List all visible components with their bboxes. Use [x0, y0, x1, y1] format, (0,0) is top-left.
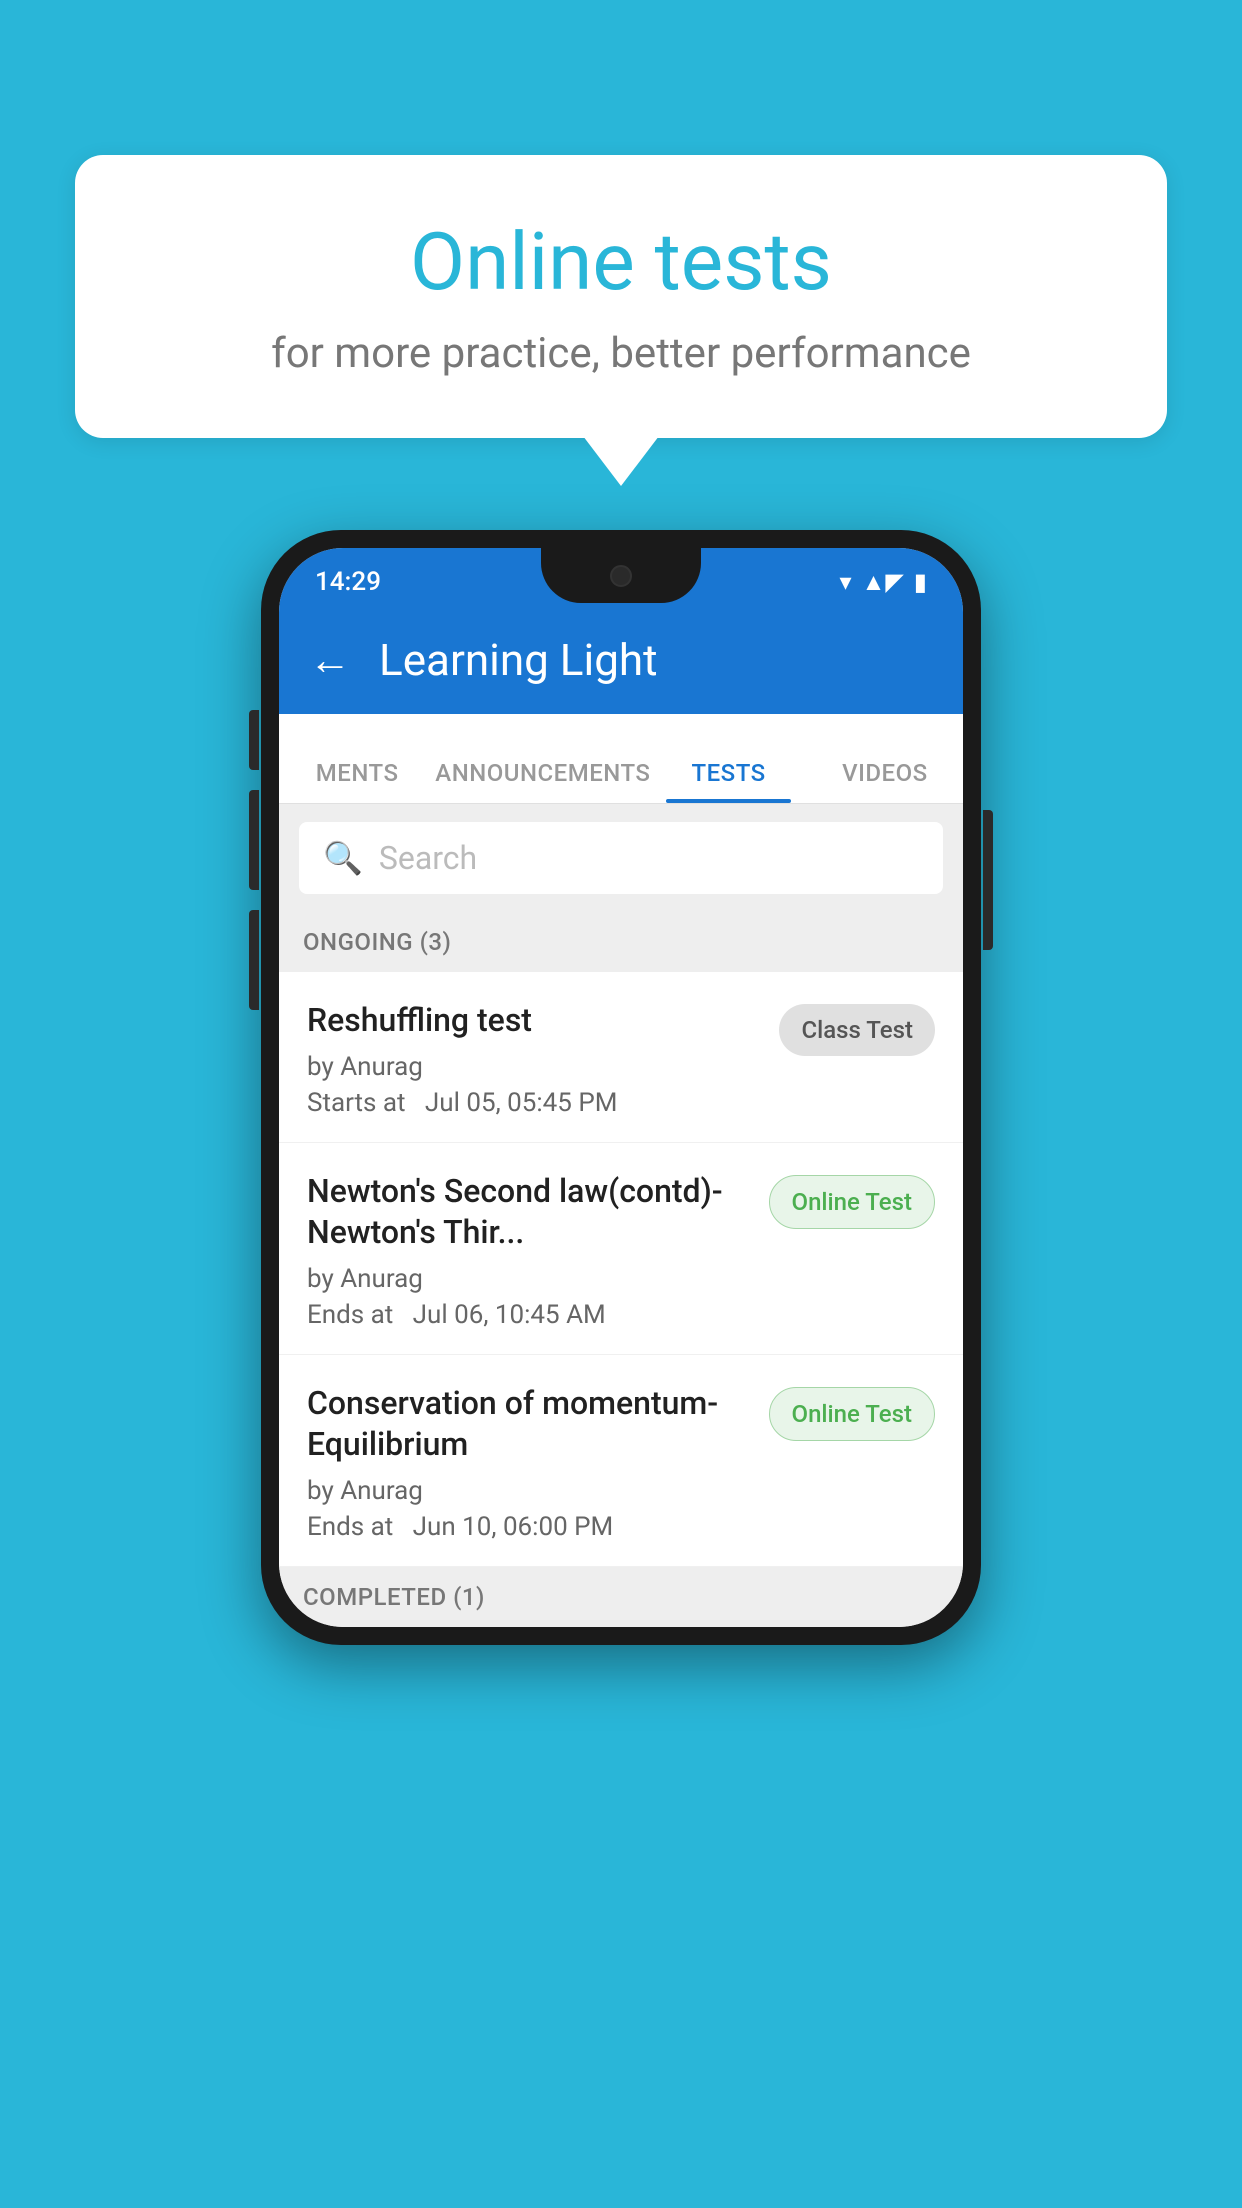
tabs-bar: MENTS ANNOUNCEMENTS TESTS VIDEOS	[279, 714, 963, 804]
speech-bubble-container: Online tests for more practice, better p…	[75, 155, 1167, 438]
test-badge-class: Class Test	[779, 1004, 935, 1056]
app-bar: ← Learning Light	[279, 606, 963, 714]
status-time: 14:29	[315, 567, 381, 597]
test-info: Conservation of momentum-Equilibrium by …	[307, 1383, 769, 1542]
test-author: by Anurag	[307, 1264, 749, 1294]
tab-tests[interactable]: TESTS	[650, 759, 806, 803]
app-title: Learning Light	[379, 634, 658, 686]
search-bar[interactable]: 🔍 Search	[299, 822, 943, 894]
signal-icon: ▲◤	[862, 568, 904, 597]
test-date: Starts at Jul 05, 05:45 PM	[307, 1088, 759, 1118]
camera-dot	[610, 565, 632, 587]
phone-screen: 14:29 ▾ ▲◤ ▮ ← Learning Light MENTS ANNO…	[279, 548, 963, 1627]
back-button[interactable]: ←	[309, 636, 351, 685]
test-item[interactable]: Conservation of momentum-Equilibrium by …	[279, 1355, 963, 1567]
test-info: Reshuffling test by Anurag Starts at Jul…	[307, 1000, 779, 1118]
wifi-icon: ▾	[840, 568, 852, 596]
side-button-power	[983, 810, 993, 950]
test-badge-online: Online Test	[769, 1387, 935, 1441]
phone-wrapper: 14:29 ▾ ▲◤ ▮ ← Learning Light MENTS ANNO…	[261, 530, 981, 1645]
test-badge-online: Online Test	[769, 1175, 935, 1229]
ongoing-section-label: ONGOING (3)	[279, 912, 963, 972]
test-date: Ends at Jul 06, 10:45 AM	[307, 1300, 749, 1330]
phone-frame: 14:29 ▾ ▲◤ ▮ ← Learning Light MENTS ANNO…	[261, 530, 981, 1645]
tab-ments[interactable]: MENTS	[279, 759, 435, 803]
status-icons: ▾ ▲◤ ▮	[840, 568, 927, 597]
battery-icon: ▮	[914, 568, 927, 596]
phone-notch	[541, 548, 701, 603]
test-date: Ends at Jun 10, 06:00 PM	[307, 1512, 749, 1542]
side-button-vol-up	[249, 790, 259, 890]
side-button-top	[249, 710, 259, 770]
search-input[interactable]: Search	[379, 839, 477, 877]
test-name: Conservation of momentum-Equilibrium	[307, 1383, 749, 1466]
side-button-vol-down	[249, 910, 259, 1010]
test-list: Reshuffling test by Anurag Starts at Jul…	[279, 972, 963, 1567]
test-name: Newton's Second law(contd)-Newton's Thir…	[307, 1171, 749, 1254]
bubble-title: Online tests	[155, 215, 1087, 309]
tab-announcements[interactable]: ANNOUNCEMENTS	[435, 759, 650, 803]
completed-section-label: COMPLETED (1)	[279, 1567, 963, 1627]
test-author: by Anurag	[307, 1052, 759, 1082]
bubble-subtitle: for more practice, better performance	[155, 329, 1087, 378]
test-item[interactable]: Newton's Second law(contd)-Newton's Thir…	[279, 1143, 963, 1355]
speech-bubble: Online tests for more practice, better p…	[75, 155, 1167, 438]
tab-videos[interactable]: VIDEOS	[807, 759, 963, 803]
test-item[interactable]: Reshuffling test by Anurag Starts at Jul…	[279, 972, 963, 1143]
search-icon: 🔍	[323, 839, 363, 877]
search-container: 🔍 Search	[279, 804, 963, 912]
test-name: Reshuffling test	[307, 1000, 759, 1042]
test-info: Newton's Second law(contd)-Newton's Thir…	[307, 1171, 769, 1330]
test-author: by Anurag	[307, 1476, 749, 1506]
